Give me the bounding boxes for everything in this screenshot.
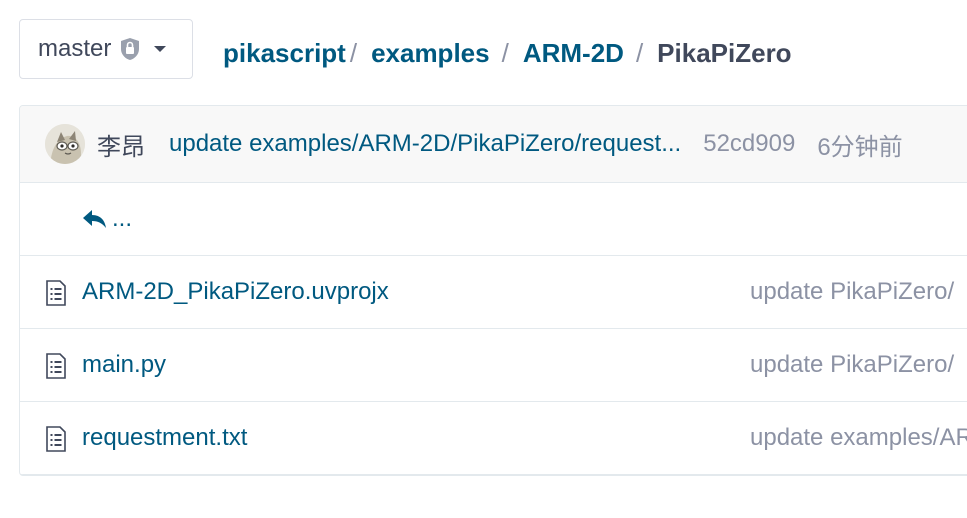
breadcrumb-item-pikascript[interactable]: pikascript [223, 38, 346, 69]
commit-author[interactable]: 李昂 [97, 127, 145, 162]
file-tree: 李昂 update examples/ARM-2D/PikaPiZero/req… [19, 105, 967, 476]
parent-directory-link[interactable]: ... [20, 183, 967, 256]
file-commit-message[interactable]: update PikaPiZero/ [750, 351, 954, 379]
file-text-icon [45, 353, 67, 379]
file-text-icon [45, 426, 67, 452]
file-row[interactable]: ARM-2D_PikaPiZero.uvprojx update PikaPiZ… [20, 256, 967, 329]
file-commit-message[interactable]: update PikaPiZero/ [750, 278, 954, 306]
file-name-link[interactable]: main.py [82, 351, 166, 379]
commit-time: 6分钟前 [817, 133, 903, 161]
breadcrumb-separator: / [501, 37, 509, 68]
file-name-link[interactable]: requestment.txt [82, 424, 247, 452]
breadcrumb-separator: / [635, 37, 644, 68]
parent-directory-label: ... [112, 205, 133, 232]
breadcrumb-item-arm-2d[interactable]: ARM-2D [523, 38, 624, 69]
file-commit-message[interactable]: update examples/ARM [750, 424, 967, 452]
commit-sha[interactable]: 52cd909 [703, 130, 795, 158]
latest-commit-bar: 李昂 update examples/ARM-2D/PikaPiZero/req… [20, 106, 967, 183]
breadcrumb-item-current: PikaPiZero [657, 37, 792, 68]
breadcrumb-item-examples[interactable]: examples [371, 38, 490, 69]
file-row[interactable]: main.py update PikaPiZero/ [20, 329, 967, 402]
file-name-link[interactable]: ARM-2D_PikaPiZero.uvprojx [82, 278, 389, 306]
caret-down-icon [153, 44, 167, 54]
breadcrumb: pikascript / examples / ARM-2D / PikaPiZ… [223, 34, 792, 72]
breadcrumb-separator: / [349, 37, 358, 68]
branch-selector-button[interactable]: master [19, 19, 193, 79]
commit-message-link[interactable]: update examples/ARM-2D/PikaPiZero/reques… [169, 130, 681, 158]
file-text-icon [45, 280, 67, 306]
branch-name: master [38, 35, 112, 62]
reply-arrow-icon [82, 208, 108, 230]
file-row[interactable]: requestment.txt update examples/ARM [20, 402, 967, 475]
avatar[interactable] [45, 124, 85, 164]
lock-shield-icon [119, 37, 141, 61]
